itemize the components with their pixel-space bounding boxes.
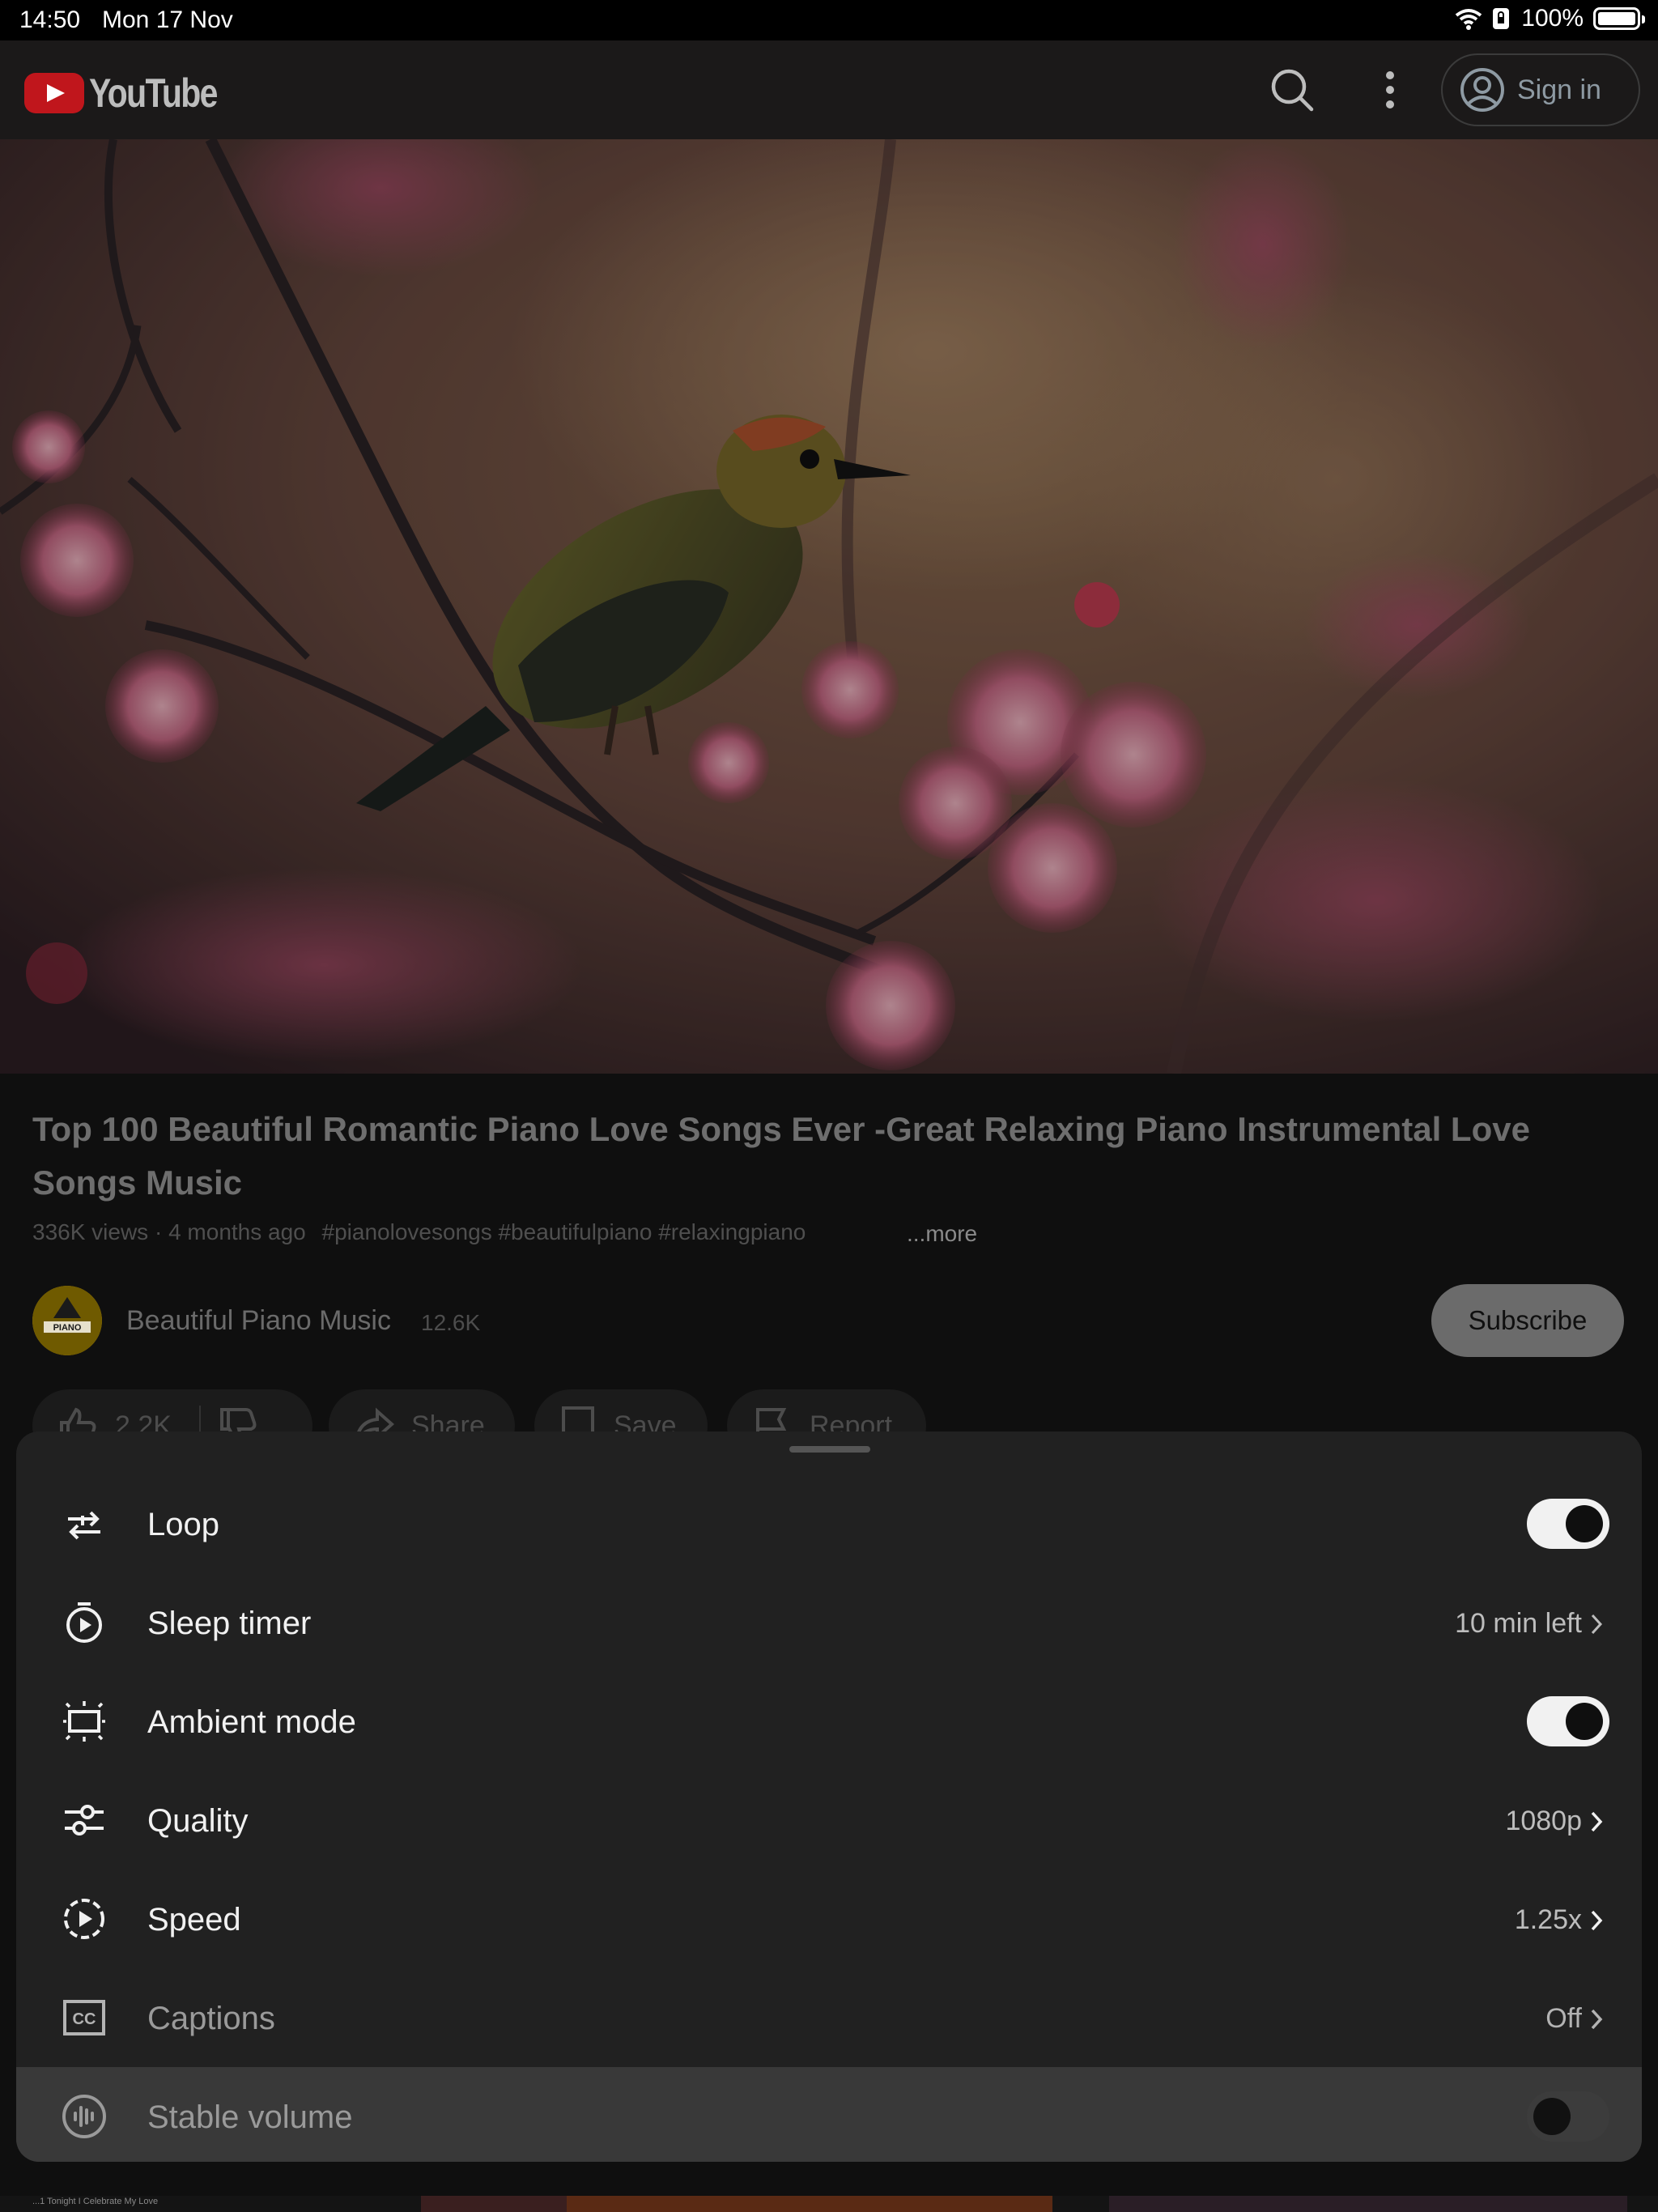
more-options-icon[interactable] [1376, 65, 1404, 115]
captions-icon: CC [63, 2000, 105, 2035]
setting-label: Quality [147, 1803, 249, 1839]
sleep-timer-icon [66, 1602, 102, 1643]
loop-toggle[interactable] [1527, 1499, 1609, 1549]
setting-label: Speed [147, 1902, 241, 1938]
ambient-mode-icon [63, 1701, 105, 1742]
video-tags[interactable]: #pianolovesongs #beautifulpiano #relaxin… [322, 1219, 806, 1244]
setting-loop[interactable]: Loop [16, 1474, 1642, 1573]
account-icon [1460, 68, 1504, 112]
battery-percent: 100% [1521, 5, 1584, 32]
video-frame [0, 139, 1658, 1074]
top-bar: YouTube Sign in [0, 40, 1658, 139]
setting-value: 10 min left [1455, 1608, 1582, 1639]
settings-sheet: Loop Sleep timer 10 min left Ambient mod… [16, 1431, 1642, 2162]
recommendation-thumbnail[interactable] [567, 2196, 1052, 2212]
video-player[interactable] [0, 139, 1658, 1074]
setting-captions[interactable]: CC Captions Off [16, 1968, 1642, 2067]
status-time: 14:50 [19, 6, 81, 33]
quality-icon [65, 1805, 104, 1836]
video-title[interactable]: Top 100 Beautiful Romantic Piano Love So… [32, 1103, 1619, 1210]
setting-sleep-timer[interactable]: Sleep timer 10 min left [16, 1573, 1642, 1672]
status-bar: 14:50 Mon 17 Nov 100% [0, 0, 1658, 40]
video-meta[interactable]: 336K views · 4 months ago #pianolovesong… [32, 1219, 806, 1245]
chevron-right-icon [1591, 1910, 1603, 1931]
status-date: Mon 17 Nov [102, 6, 233, 33]
logo-text: YouTube [89, 70, 218, 116]
youtube-logo[interactable]: YouTube [24, 70, 244, 117]
stable-volume-toggle[interactable] [1527, 2091, 1609, 2142]
wifi-icon [1456, 9, 1482, 30]
speed-icon [64, 1899, 104, 1939]
setting-quality[interactable]: Quality 1080p [16, 1771, 1642, 1870]
setting-value: 1.25x [1514, 1904, 1582, 1935]
recommendation-caption: ...1 Tonight I Celebrate My Love [32, 2197, 159, 2206]
setting-value: 1080p [1505, 1806, 1582, 1836]
recommendation-strip[interactable]: ...1 Tonight I Celebrate My Love [0, 2196, 1658, 2212]
setting-label: Stable volume [147, 2099, 353, 2135]
setting-label: Captions [147, 2001, 275, 2036]
avatar-text: PIANO [53, 1323, 82, 1333]
subscribe-button[interactable]: Subscribe [1431, 1284, 1624, 1357]
loop-icon [68, 1511, 100, 1540]
setting-label: Sleep timer [147, 1606, 312, 1641]
channel-avatar[interactable]: PIANO [32, 1286, 102, 1355]
sign-in-button[interactable]: Sign in [1441, 53, 1640, 126]
setting-stable-volume[interactable]: Stable volume [16, 2067, 1642, 2162]
ambient-mode-toggle[interactable] [1527, 1696, 1609, 1746]
drag-handle[interactable] [789, 1446, 870, 1453]
subscriber-count: 12.6K [421, 1310, 481, 1335]
chevron-right-icon [1591, 1614, 1603, 1635]
channel-name[interactable]: Beautiful Piano Music [126, 1305, 391, 1337]
lock-rotation-icon [1493, 8, 1510, 29]
chevron-right-icon [1591, 2009, 1603, 2030]
setting-label: Loop [147, 1507, 219, 1542]
setting-label: Ambient mode [147, 1704, 356, 1740]
recommendation-thumbnail[interactable] [1109, 2196, 1627, 2212]
setting-value: Off [1545, 2003, 1582, 2034]
search-icon[interactable] [1267, 65, 1317, 115]
battery-icon [1593, 7, 1645, 30]
sign-in-label: Sign in [1517, 74, 1601, 105]
chevron-right-icon [1591, 1811, 1603, 1832]
view-count: 336K views [32, 1219, 149, 1244]
svg-text:CC: CC [73, 2010, 96, 2028]
setting-ambient-mode[interactable]: Ambient mode [16, 1672, 1642, 1771]
upload-age: 4 months ago [168, 1219, 306, 1244]
youtube-play-icon [24, 73, 84, 113]
stable-volume-icon [62, 2095, 106, 2138]
setting-speed[interactable]: Speed 1.25x [16, 1870, 1642, 1968]
more-description-link[interactable]: ...more [907, 1221, 977, 1247]
